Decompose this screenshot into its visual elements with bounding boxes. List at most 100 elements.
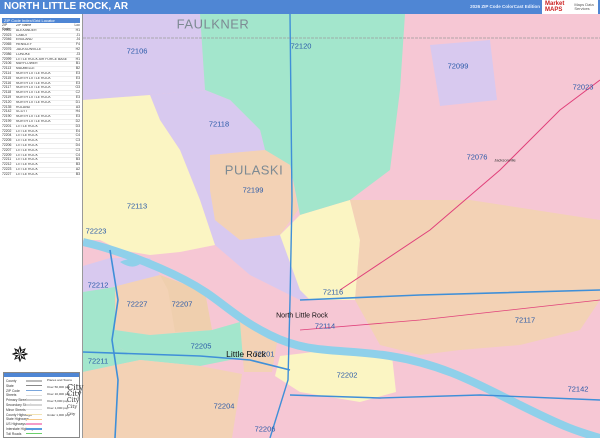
legend-item: Toll Roads xyxy=(6,432,46,436)
legend-label: Toll Roads xyxy=(6,431,22,436)
zip-label: 72212 xyxy=(87,280,109,290)
legend-swatch xyxy=(26,384,42,387)
zip-label: 72114 xyxy=(314,321,336,331)
legend-place-item: Over 1,000 pop City xyxy=(47,404,79,410)
zip-table-cell: LONOKE xyxy=(16,52,31,56)
zip-label: 72120 xyxy=(290,41,312,51)
legend-swatch xyxy=(26,428,42,430)
zip-table-cell: D1 xyxy=(75,99,80,104)
zip-table-cell: NORTH LITTLE ROCK xyxy=(16,76,51,80)
zip-label: 72106 xyxy=(126,46,148,56)
zip-label: 72211 xyxy=(87,356,109,366)
zone-72023-72076 xyxy=(390,14,600,220)
zip-table-cell: LITTLE ROCK xyxy=(16,143,38,147)
legend-header xyxy=(4,373,79,377)
zip-table-cell: HENSLEY xyxy=(16,43,32,47)
city-label: Jacksonville xyxy=(494,157,516,163)
legend-place-item: Over 10,000 pop City xyxy=(47,390,81,398)
zip-table-cell: NORTH LITTLE ROCK xyxy=(16,115,51,119)
zip-table-cell: 72086 xyxy=(2,51,12,56)
places-title: Places and Towns xyxy=(47,378,72,382)
zip-table-cell: NORTH LITTLE ROCK xyxy=(16,95,51,99)
header-bar: NORTH LITTLE ROCK, AR 2026 ZIP Code Colo… xyxy=(0,0,600,14)
zip-table-cell: 72120 xyxy=(2,99,12,104)
zip-table-cell: NORTH LITTLE ROCK xyxy=(16,91,51,95)
zip-table-cell: LITTLE ROCK AIR FORCE BASE xyxy=(16,57,68,61)
legend-label: ZIP Code xyxy=(6,388,20,393)
legend-swatch xyxy=(26,389,42,392)
zip-table-cell: NORTH LITTLE ROCK xyxy=(16,71,51,75)
county-label: PULASKI xyxy=(224,162,284,178)
legend-swatch xyxy=(26,394,42,396)
zip-table-cell: B3 xyxy=(75,171,80,176)
zip-label: 72117 xyxy=(514,315,536,325)
legend-item: County xyxy=(6,379,46,383)
city-label: Little Rock xyxy=(226,349,266,359)
legend-swatch xyxy=(26,413,42,416)
legend-swatch xyxy=(26,380,42,382)
legend-place-sample: City xyxy=(67,397,80,404)
legend-swatch xyxy=(26,399,42,401)
zip-table-cell: LITTLE ROCK xyxy=(16,153,38,157)
zip-code-map[interactable] xyxy=(0,0,600,438)
legend-label: Minor Streets xyxy=(6,407,26,412)
zip-table-cell: NORTH LITTLE ROCK xyxy=(16,119,51,123)
zip-label: 72206 xyxy=(254,424,276,434)
zone-72099 xyxy=(430,40,497,106)
zip-label: 72227 xyxy=(126,299,148,309)
legend-swatch xyxy=(26,432,42,435)
zip-table-cell: LITTLE ROCK xyxy=(16,129,38,133)
legend-label: County xyxy=(6,379,17,383)
legend-label: Streets xyxy=(6,393,17,398)
legend-swatch xyxy=(26,404,42,406)
zip-table-cell: MAYFLOWER xyxy=(16,62,38,66)
zip-table-title: ZIP Code Index/Grid Locator xyxy=(2,18,80,23)
legend-label: State xyxy=(6,383,14,388)
zip-table-cell: LITTLE ROCK xyxy=(16,172,38,176)
zip-label: 72199 xyxy=(242,185,264,195)
legend-item: Secondary Streets xyxy=(6,403,46,407)
zip-table-cell: 72227 xyxy=(2,171,12,176)
zip-table-cell: J3 xyxy=(76,51,80,56)
zone-72204 xyxy=(83,360,242,438)
legend-place-sample: City xyxy=(67,404,78,410)
zip-label: 72099 xyxy=(447,61,469,71)
legend-item: Streets xyxy=(6,393,46,397)
zip-table-cell: ROLAND xyxy=(16,105,31,109)
zip-table-cell: LITTLE ROCK xyxy=(16,148,38,152)
map-title: NORTH LITTLE ROCK, AR xyxy=(4,1,129,12)
zip-table-cell: 72115 xyxy=(2,75,12,80)
legend-item: ZIP Code xyxy=(6,389,46,393)
legend-item: Primary Streets xyxy=(6,398,46,402)
zip-table-cell: NORTH LITTLE ROCK xyxy=(16,86,51,90)
zip-table-cell: C3 xyxy=(75,147,80,152)
zip-table-cell: LITTLE ROCK xyxy=(16,158,38,162)
zip-label: 72202 xyxy=(336,370,358,380)
zip-table-cell: LITTLE ROCK xyxy=(16,167,38,171)
zip-label: 72204 xyxy=(213,401,235,411)
zip-table-cell: MAUMELLE xyxy=(16,67,35,71)
zip-table-cell: 72201 xyxy=(2,123,12,128)
map-legend: Places and Towns County State ZIP Code Stre… xyxy=(3,372,83,438)
legend-place-sample: City xyxy=(67,411,76,416)
legend-item: State Highways xyxy=(6,417,46,421)
legend-item: Interstate Highways xyxy=(6,427,46,431)
legend-swatch xyxy=(26,408,42,411)
legend-place-item: Over 5,000 pop City xyxy=(47,397,80,404)
zip-table-cell: LITTLE ROCK xyxy=(16,124,38,128)
zip-table-cell: CABOT xyxy=(16,33,28,37)
legend-label: US Highways xyxy=(6,422,26,427)
zip-table-cell: E3 xyxy=(75,75,80,80)
zip-table-cell: ALEXANDER xyxy=(16,28,37,32)
zip-label: 72116 xyxy=(322,287,344,297)
zip-table-cell: SCOTT xyxy=(16,110,28,114)
zip-label: 72118 xyxy=(208,119,230,129)
zip-label: 72023 xyxy=(572,82,594,92)
zip-label: 72205 xyxy=(190,341,212,351)
edition-label: 2026 ZIP Code ColorCast Edition xyxy=(470,4,540,9)
zip-table-cell: D3 xyxy=(75,123,80,128)
zip-table-cell: 72207 xyxy=(2,147,12,152)
legend-item: County Highways xyxy=(6,413,46,417)
zip-label: 72113 xyxy=(126,201,148,211)
zip-table-cell: LITTLE ROCK xyxy=(16,139,38,143)
